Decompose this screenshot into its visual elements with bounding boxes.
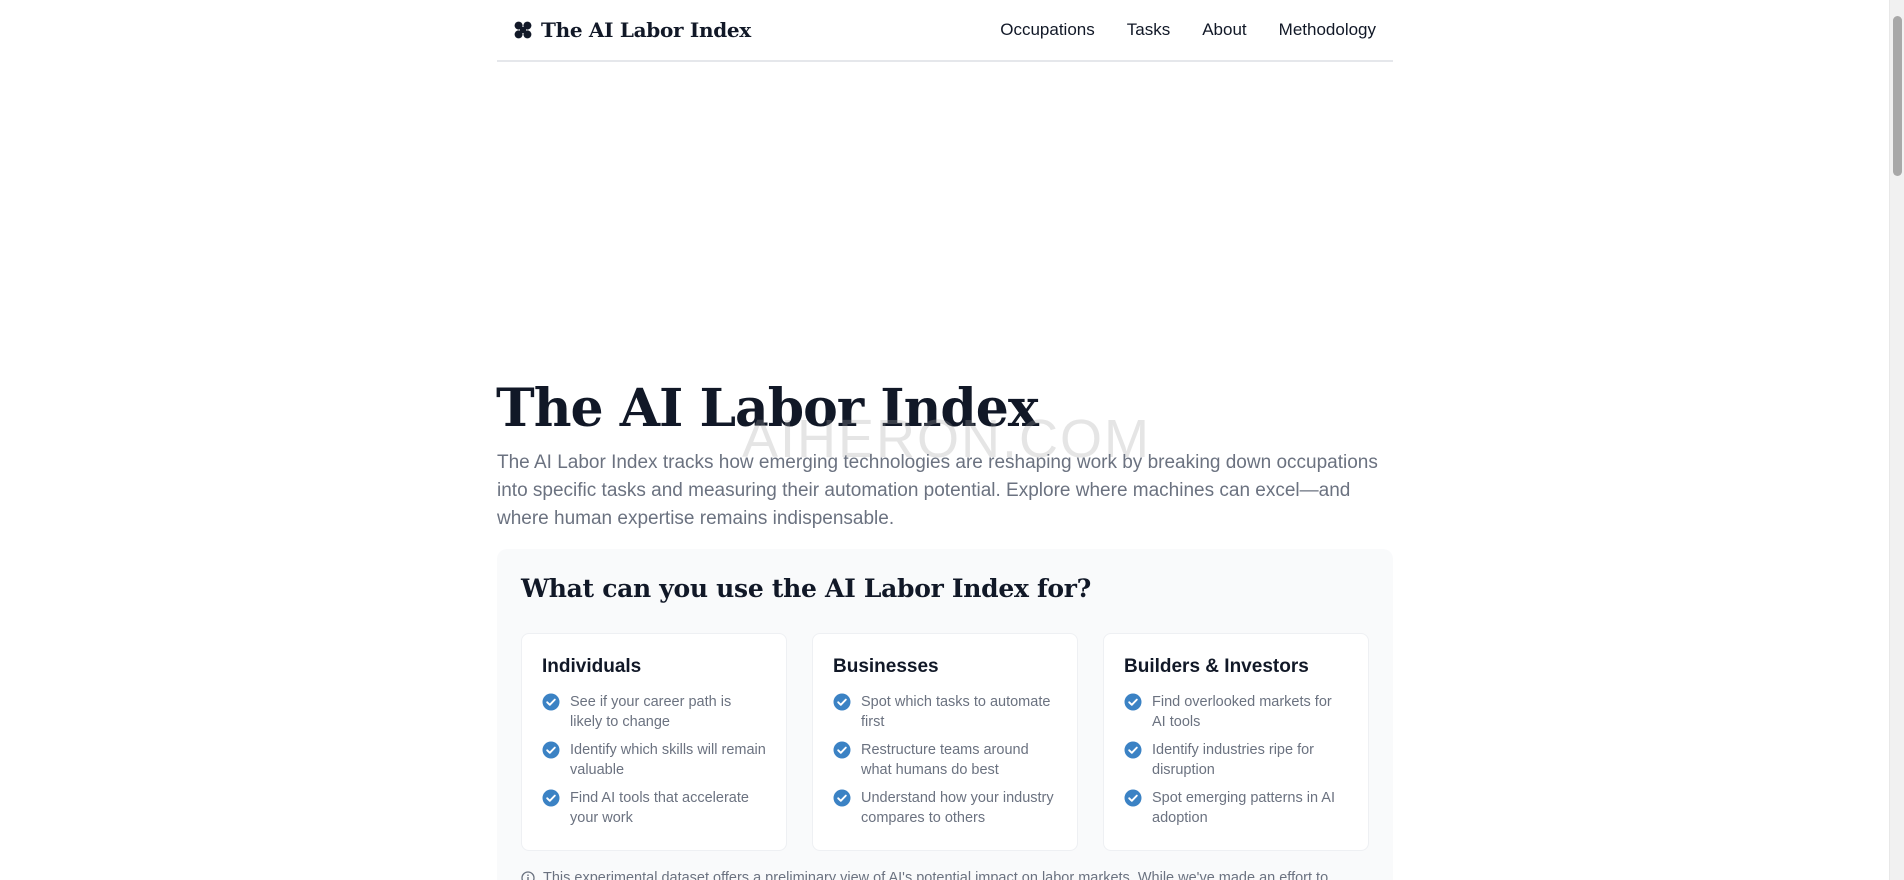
disclaimer: This experimental dataset offers a preli…	[521, 870, 1371, 880]
card-list: See if your career path is likely to cha…	[542, 692, 766, 828]
list-item-text: Understand how your industry compares to…	[861, 790, 1054, 826]
disclaimer-text: This experimental dataset offers a preli…	[543, 870, 1329, 880]
card-businesses: Businesses Spot which tasks to automate …	[812, 633, 1078, 851]
check-circle-icon	[542, 693, 560, 711]
nav-about[interactable]: About	[1202, 20, 1246, 40]
list-item-text: Identify industries ripe for disruption	[1152, 742, 1314, 778]
check-circle-icon	[833, 741, 851, 759]
list-item-text: Restructure teams around what humans do …	[861, 742, 1029, 778]
brand-link[interactable]: The AI Labor Index	[514, 18, 751, 42]
card-builders-investors: Builders & Investors Find overlooked mar…	[1103, 633, 1369, 851]
brand-name: The AI Labor Index	[541, 18, 751, 42]
four-petal-logo-icon	[514, 21, 532, 39]
list-item: Spot which tasks to automate first	[833, 692, 1057, 732]
list-item-text: Spot which tasks to automate first	[861, 694, 1051, 730]
list-item: Spot emerging patterns in AI adoption	[1124, 788, 1348, 828]
list-item-text: Identify which skills will remain valuab…	[570, 742, 766, 778]
list-item: Find overlooked markets for AI tools	[1124, 692, 1348, 732]
list-item-text: Spot emerging patterns in AI adoption	[1152, 790, 1335, 826]
check-circle-icon	[833, 693, 851, 711]
site-header: The AI Labor Index Occupations Tasks Abo…	[497, 0, 1393, 62]
card-list: Find overlooked markets for AI tools Ide…	[1124, 692, 1348, 828]
use-cases-section: What can you use the AI Labor Index for?…	[497, 549, 1393, 880]
use-cases-title: What can you use the AI Labor Index for?	[521, 574, 1091, 603]
card-title: Builders & Investors	[1124, 656, 1309, 677]
page: The AI Labor Index Occupations Tasks Abo…	[0, 0, 1904, 880]
check-circle-icon	[1124, 741, 1142, 759]
card-list: Spot which tasks to automate first Restr…	[833, 692, 1057, 828]
list-item-text: Find AI tools that accelerate your work	[570, 790, 749, 826]
nav-methodology[interactable]: Methodology	[1279, 20, 1376, 40]
list-item: Understand how your industry compares to…	[833, 788, 1057, 828]
card-title: Individuals	[542, 656, 642, 677]
card-individuals: Individuals See if your career path is l…	[521, 633, 787, 851]
list-item: Identify which skills will remain valuab…	[542, 740, 766, 780]
list-item: Identify industries ripe for disruption	[1124, 740, 1348, 780]
vertical-scrollbar[interactable]	[1889, 0, 1904, 880]
list-item: See if your career path is likely to cha…	[542, 692, 766, 732]
card-title: Businesses	[833, 656, 939, 677]
check-circle-icon	[542, 789, 560, 807]
check-circle-icon	[1124, 789, 1142, 807]
info-icon	[521, 871, 535, 880]
page-title: The AI Labor Index	[496, 378, 1039, 439]
main-nav: Occupations Tasks About Methodology	[1000, 20, 1376, 40]
check-circle-icon	[542, 741, 560, 759]
hero-description: The AI Labor Index tracks how emerging t…	[497, 452, 1378, 529]
nav-tasks[interactable]: Tasks	[1127, 20, 1170, 40]
list-item-text: Find overlooked markets for AI tools	[1152, 694, 1332, 730]
check-circle-icon	[1124, 693, 1142, 711]
scrollbar-thumb[interactable]	[1893, 16, 1902, 176]
list-item: Restructure teams around what humans do …	[833, 740, 1057, 780]
check-circle-icon	[833, 789, 851, 807]
nav-occupations[interactable]: Occupations	[1000, 20, 1095, 40]
list-item-text: See if your career path is likely to cha…	[570, 694, 732, 730]
list-item: Find AI tools that accelerate your work	[542, 788, 766, 828]
use-case-cards: Individuals See if your career path is l…	[521, 633, 1369, 851]
